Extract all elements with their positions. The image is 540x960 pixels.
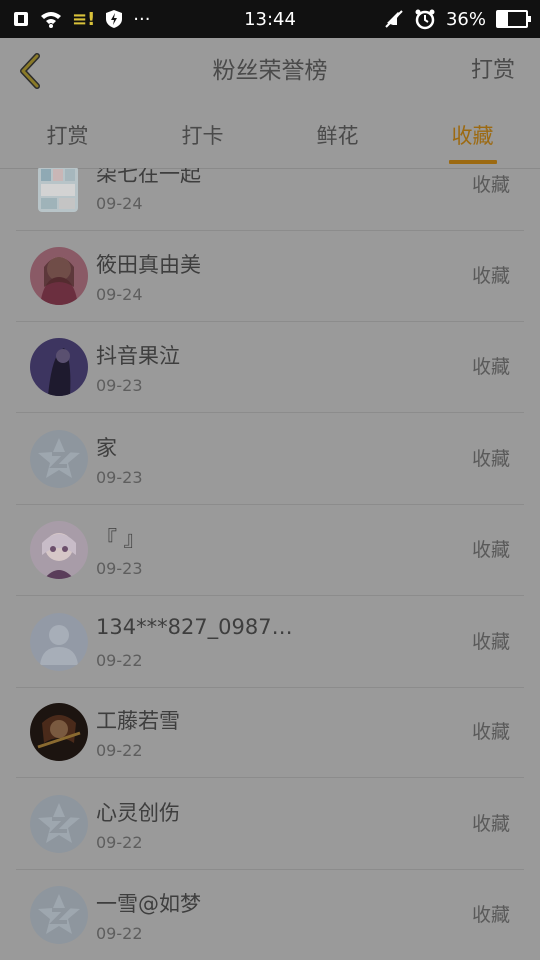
user-name: 筱田真由美 xyxy=(96,253,201,277)
tab-flowers[interactable]: 鲜花 xyxy=(270,104,405,168)
avatar xyxy=(30,613,88,671)
tab-bar: 打赏 打卡 鲜花 收藏 xyxy=(0,104,540,169)
tab-favorites[interactable]: 收藏 xyxy=(405,104,540,168)
user-name: 一雪@如梦 xyxy=(96,892,201,916)
sim-icon xyxy=(12,10,30,28)
list-item[interactable]: 134***827_0987… 09-22 收藏 xyxy=(16,597,524,688)
status-time: 13:44 xyxy=(244,8,296,30)
status-bar: ≡! ··· 13:44 36% xyxy=(0,0,540,38)
fan-list[interactable]: 柒七在一起 09-24 收藏 筱田真由美 09-24 收藏 抖音果泣 09-23… xyxy=(0,168,540,960)
tab-label: 收藏 xyxy=(451,124,494,148)
item-date: 09-22 xyxy=(96,833,143,852)
page-title: 粉丝荣誉榜 xyxy=(212,58,328,84)
default-star-avatar-icon xyxy=(30,795,88,853)
avatar xyxy=(38,168,78,212)
list-item[interactable]: 一雪@如梦 09-22 收藏 xyxy=(16,870,524,960)
battery-icon xyxy=(496,10,531,28)
action-label: 收藏 xyxy=(471,904,510,926)
action-label: 收藏 xyxy=(471,721,510,743)
user-name: 『 』 xyxy=(96,527,145,551)
tab-indicator xyxy=(448,160,497,164)
user-name: 柒七在一起 xyxy=(96,168,201,186)
action-label: 收藏 xyxy=(471,813,510,835)
item-date: 09-22 xyxy=(96,651,143,670)
user-name: 心灵创伤 xyxy=(96,801,180,825)
avatar xyxy=(30,886,88,944)
default-star-avatar-icon xyxy=(30,886,88,944)
user-name: 工藤若雪 xyxy=(96,709,180,733)
list-item[interactable]: 心灵创伤 09-22 收藏 xyxy=(16,779,524,870)
list-item[interactable]: 柒七在一起 09-24 收藏 xyxy=(16,168,524,231)
tab-reward[interactable]: 打赏 xyxy=(0,104,135,168)
avatar xyxy=(30,338,88,396)
user-name: 134***827_0987… xyxy=(96,615,293,639)
tab-label: 鲜花 xyxy=(316,124,359,148)
item-date: 09-24 xyxy=(96,285,143,304)
avatar xyxy=(30,703,88,761)
status-left-icons: ≡! ··· xyxy=(12,9,150,30)
item-date: 09-22 xyxy=(96,924,143,943)
notification-icon: ≡! xyxy=(72,8,96,30)
user-name: 家 xyxy=(96,436,117,460)
item-date: 09-23 xyxy=(96,468,143,487)
tab-label: 打赏 xyxy=(46,124,89,148)
action-label: 收藏 xyxy=(471,448,510,470)
shield-icon xyxy=(105,9,123,29)
default-star-avatar-icon xyxy=(30,430,88,488)
user-name: 抖音果泣 xyxy=(96,344,180,368)
reward-button[interactable]: 打赏 xyxy=(471,38,515,104)
mute-icon xyxy=(384,9,404,29)
alarm-icon xyxy=(414,8,436,30)
status-right-icons: 36% xyxy=(384,8,531,30)
action-label: 收藏 xyxy=(471,265,510,287)
item-date: 09-22 xyxy=(96,741,143,760)
action-label: 收藏 xyxy=(471,356,510,378)
list-item[interactable]: 筱田真由美 09-24 收藏 xyxy=(16,231,524,322)
avatar xyxy=(30,521,88,579)
action-label: 收藏 xyxy=(471,631,510,653)
header: 粉丝荣誉榜 打赏 xyxy=(0,38,540,105)
item-date: 09-24 xyxy=(96,194,143,213)
avatar xyxy=(30,430,88,488)
wifi-icon xyxy=(40,10,62,28)
tab-checkin[interactable]: 打卡 xyxy=(135,104,270,168)
list-item[interactable]: 抖音果泣 09-23 收藏 xyxy=(16,322,524,413)
tab-label: 打卡 xyxy=(181,124,224,148)
avatar xyxy=(30,795,88,853)
action-label: 收藏 xyxy=(471,174,510,196)
avatar xyxy=(30,247,88,305)
list-item[interactable]: 工藤若雪 09-22 收藏 xyxy=(16,687,524,778)
item-date: 09-23 xyxy=(96,559,143,578)
item-date: 09-23 xyxy=(96,376,143,395)
default-person-avatar-icon xyxy=(30,613,88,671)
list-item[interactable]: 『 』 09-23 收藏 xyxy=(16,505,524,596)
battery-percent: 36% xyxy=(445,8,486,30)
list-item[interactable]: 家 09-23 收藏 xyxy=(16,414,524,505)
more-dots-icon: ··· xyxy=(133,8,151,30)
action-label: 收藏 xyxy=(471,539,510,561)
